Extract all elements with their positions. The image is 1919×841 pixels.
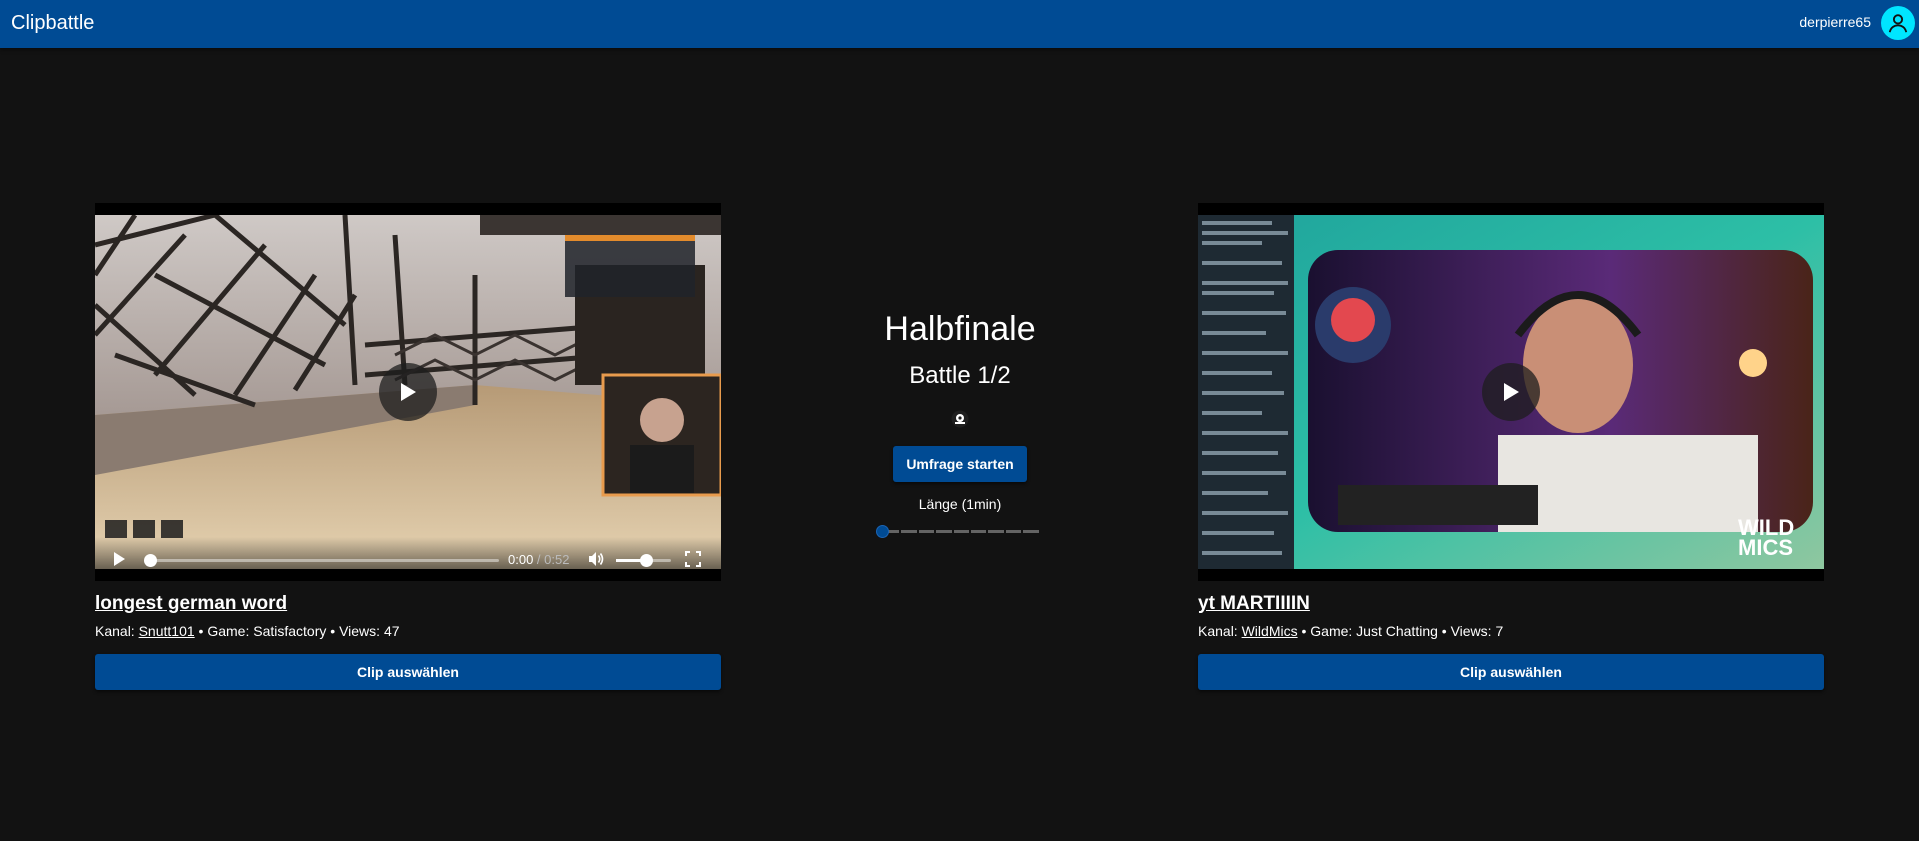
app-bar: Clipbattle derpierre65 (0, 0, 1919, 48)
clip-title-link[interactable]: yt MARTIIIIN (1198, 593, 1824, 615)
clip-title-link[interactable]: longest german word (95, 593, 721, 615)
app-title[interactable]: Clipbattle (11, 12, 94, 35)
play-pause-button[interactable] (111, 551, 127, 572)
play-icon (1504, 383, 1519, 401)
fullscreen-button[interactable] (685, 551, 701, 572)
video-play-overlay-button[interactable] (379, 363, 437, 421)
select-clip-button[interactable]: Clip auswählen (1198, 654, 1824, 690)
slider-tick (1020, 530, 1023, 533)
views-text: • Views: 47 (326, 623, 400, 639)
slider-tick (968, 530, 971, 533)
fullscreen-icon (685, 551, 701, 567)
clip-meta: Kanal: WildMics • Game: Just Chatting • … (1198, 623, 1824, 639)
length-label: Länge (1min) (918, 496, 1002, 512)
channel-prefix: Kanal: (95, 623, 135, 639)
mute-button[interactable] (587, 550, 605, 573)
badge-icon (951, 410, 969, 428)
length-slider-thumb[interactable] (875, 525, 889, 538)
seek-thumb[interactable] (144, 554, 157, 567)
play-icon (401, 383, 416, 401)
battle-counter: Battle 1/2 (909, 362, 1011, 389)
channel-prefix: Kanal: (1198, 623, 1238, 639)
channel-link[interactable]: Snutt101 (139, 623, 195, 639)
slider-tick (985, 530, 988, 533)
clip-meta: Kanal: Snutt101 • Game: Satisfactory • V… (95, 623, 721, 639)
views-text: • Views: 7 (1437, 623, 1504, 639)
battle-panel: Halbfinale Battle 1/2 Umfrage starten Lä… (860, 310, 1060, 538)
user-name[interactable]: derpierre65 (1799, 14, 1871, 30)
channel-link[interactable]: WildMics (1242, 623, 1298, 639)
game-text: • Game: Satisfactory (194, 623, 327, 639)
seek-bar[interactable] (149, 559, 499, 562)
time-duration: 0:52 (544, 552, 570, 567)
video-player-left[interactable]: 0:00 / 0:52 (95, 203, 721, 581)
round-title: Halbfinale (884, 310, 1036, 348)
user-avatar-icon[interactable] (1881, 6, 1915, 40)
video-play-overlay-button[interactable] (1482, 363, 1540, 421)
video-player-right[interactable]: WILD MICS (1198, 203, 1824, 581)
play-icon (114, 552, 125, 566)
slider-tick (916, 530, 919, 533)
slider-tick (933, 530, 936, 533)
clip-card-right: WILD MICS yt MARTIIIIN Kanal: WildMics •… (1198, 203, 1824, 690)
clip-card-left: 0:00 / 0:52 longest german word Kanal: S… (95, 203, 721, 690)
slider-tick (1003, 530, 1006, 533)
time-separator: / (533, 552, 545, 567)
slider-tick (898, 530, 901, 533)
length-slider[interactable] (875, 524, 1039, 538)
slider-tick (951, 530, 954, 533)
length-slider-track[interactable] (881, 530, 1039, 533)
game-text: • Game: Just Chatting (1297, 623, 1438, 639)
video-controls: 0:00 / 0:52 (95, 537, 721, 581)
select-clip-button[interactable]: Clip auswählen (95, 654, 721, 690)
time-current: 0:00 (508, 552, 534, 567)
start-poll-button[interactable]: Umfrage starten (893, 446, 1027, 482)
volume-thumb[interactable] (640, 554, 653, 567)
volume-icon (589, 552, 604, 566)
svg-text:MICS: MICS (1738, 535, 1793, 560)
time-display: 0:00 / 0:52 (508, 552, 569, 567)
